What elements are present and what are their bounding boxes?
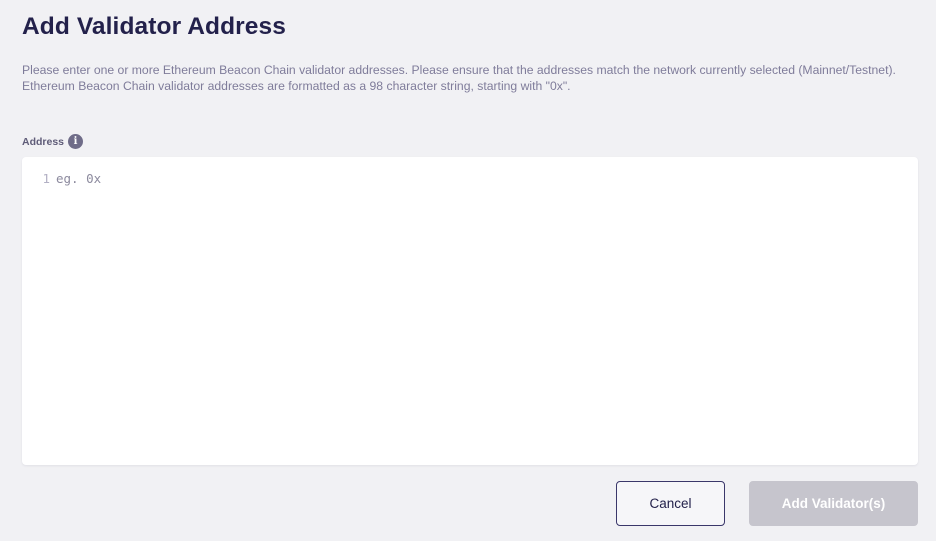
line-number: 1 [42,171,50,186]
page-description: Please enter one or more Ethereum Beacon… [22,62,902,94]
description-line-1: Please enter one or more Ethereum Beacon… [22,63,896,77]
page-title: Add Validator Address [22,13,286,40]
address-field-label: Address [22,135,65,148]
description-line-2: Ethereum Beacon Chain validator addresse… [22,79,571,93]
add-validators-button[interactable]: Add Validator(s) [749,481,918,526]
cancel-button[interactable]: Cancel [616,481,725,526]
editor-line: 1 eg. 0x [22,171,101,187]
info-icon[interactable]: i [68,134,84,149]
address-editor[interactable]: 1 eg. 0x [22,157,918,465]
editor-placeholder: eg. 0x [56,171,102,186]
address-field-label-row: Address i [22,134,84,149]
add-validator-page: Add Validator Address Please enter one o… [0,0,936,541]
